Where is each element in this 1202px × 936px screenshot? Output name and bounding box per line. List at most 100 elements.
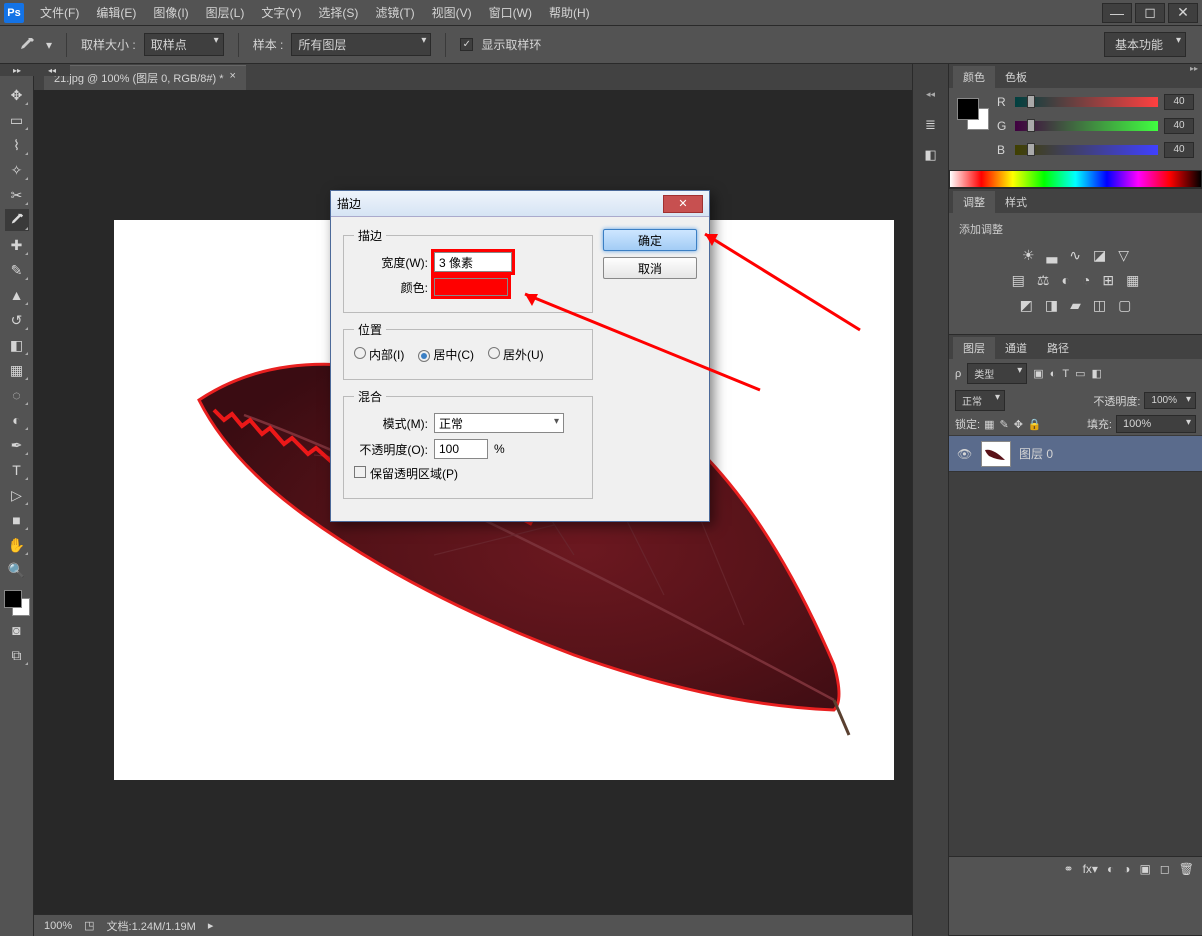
dialog-close-button[interactable]: ✕ [663, 195, 703, 213]
show-ring-checkbox[interactable]: ✓ [460, 38, 473, 51]
quickmask-tool[interactable]: ◙ [5, 619, 29, 641]
tab-layers[interactable]: 图层 [953, 337, 995, 359]
delete-layer-icon[interactable]: 🗑 [1179, 862, 1194, 876]
pos-center-radio[interactable]: 居中(C) [418, 346, 474, 363]
marquee-tool[interactable]: ▭ [5, 109, 29, 131]
visibility-icon[interactable]: 👁 [957, 447, 973, 461]
adj-exposure-icon[interactable]: ◪ [1093, 247, 1106, 264]
gradient-tool[interactable]: ▦ [5, 359, 29, 381]
blend-mode-dropdown[interactable]: 正常 [955, 390, 1005, 411]
lasso-tool[interactable]: ⌇ [5, 134, 29, 156]
adj-gradient-icon[interactable]: ◫ [1093, 297, 1106, 314]
filter-smart-icon[interactable]: ◧ [1091, 367, 1101, 380]
color-chip[interactable] [434, 278, 508, 296]
adj-poster-icon[interactable]: ◨ [1045, 297, 1058, 314]
channel-value[interactable]: 40 [1164, 94, 1194, 110]
filter-adjust-icon[interactable]: ◐ [1050, 368, 1057, 380]
panel-collapse[interactable]: ▸▸ [1190, 64, 1198, 73]
filter-type-icon[interactable]: T [1062, 368, 1069, 380]
adj-invert-icon[interactable]: ◩ [1020, 297, 1033, 314]
adj-brightness-icon[interactable]: ☀ [1022, 247, 1035, 264]
tabs-collapse[interactable]: ◂◂ [34, 64, 70, 76]
adj-selective-icon[interactable]: ▢ [1118, 297, 1131, 314]
sample-size-dropdown[interactable]: 取样点 [144, 33, 224, 56]
toolbar-collapse[interactable]: ▸▸ [0, 64, 34, 76]
link-layers-icon[interactable]: ⚭ [1064, 862, 1074, 876]
pos-outside-radio[interactable]: 居外(U) [488, 346, 544, 363]
pen-tool[interactable]: ✒ [5, 434, 29, 456]
tab-adjustments[interactable]: 调整 [953, 191, 995, 213]
adj-balance-icon[interactable]: ⚖ [1037, 272, 1050, 289]
opacity-dropdown[interactable]: 100% [1144, 392, 1196, 409]
preserve-checkbox[interactable]: 保留透明区域(P) [354, 465, 458, 482]
sample-dropdown[interactable]: 所有图层 [291, 33, 431, 56]
menu-item[interactable]: 文件(F) [34, 2, 85, 23]
adj-lookup-icon[interactable]: ▦ [1126, 272, 1139, 289]
menu-item[interactable]: 视图(V) [426, 2, 478, 23]
eyedropper-tool[interactable] [5, 209, 29, 231]
tab-color[interactable]: 颜色 [953, 66, 995, 88]
tab-paths[interactable]: 路径 [1037, 337, 1079, 359]
close-tab-icon[interactable]: × [230, 70, 236, 86]
screenmode-tool[interactable]: ⧉ [5, 644, 29, 666]
history-panel-icon[interactable]: ≣ [920, 114, 942, 136]
color-ramp[interactable] [949, 170, 1202, 188]
adj-levels-icon[interactable]: ▃ [1047, 247, 1058, 264]
menu-item[interactable]: 图层(L) [200, 2, 251, 23]
document-tab[interactable]: 21.jpg @ 100% (图层 0, RGB/8#) * × [44, 65, 246, 90]
shape-tool[interactable]: ■ [5, 509, 29, 531]
dialog-opacity-input[interactable]: 100 [434, 439, 488, 459]
mode-select[interactable]: 正常 [434, 413, 564, 433]
adj-threshold-icon[interactable]: ▰ [1070, 297, 1081, 314]
history-brush-tool[interactable]: ↺ [5, 309, 29, 331]
filter-image-icon[interactable]: ▣ [1033, 367, 1043, 380]
zoom-tool[interactable]: 🔍 [5, 559, 29, 581]
stamp-tool[interactable]: ▲ [5, 284, 29, 306]
menu-item[interactable]: 图像(I) [147, 2, 194, 23]
menu-item[interactable]: 帮助(H) [543, 2, 596, 23]
dialog-titlebar[interactable]: 描边 ✕ [331, 191, 709, 217]
fg-color-swatch[interactable] [4, 590, 22, 608]
dodge-tool[interactable]: ◐ [5, 409, 29, 431]
panel-fg-swatch[interactable] [957, 98, 979, 120]
layer-mask-icon[interactable]: ◐ [1107, 862, 1114, 876]
layer-filter-dropdown[interactable]: 类型 [967, 363, 1027, 384]
adj-hue-icon[interactable]: ▤ [1012, 272, 1025, 289]
lock-pixels-icon[interactable]: ▦ [984, 418, 994, 431]
channel-slider[interactable] [1015, 145, 1158, 155]
layer-row[interactable]: 👁 图层 0 [949, 436, 1202, 472]
new-layer-icon[interactable]: ◻ [1160, 862, 1170, 876]
right-collapse-toggle[interactable]: ◂◂ [926, 88, 935, 100]
blur-tool[interactable]: ◌ [5, 384, 29, 406]
close-button[interactable]: ✕ [1168, 3, 1198, 23]
lock-all-icon[interactable]: 🔒 [1028, 418, 1042, 431]
layer-name[interactable]: 图层 0 [1019, 445, 1053, 462]
zoom-level[interactable]: 100% [44, 920, 72, 932]
tab-swatches[interactable]: 色板 [995, 66, 1037, 88]
width-input[interactable]: 3 像素 [434, 252, 512, 272]
lock-position-icon[interactable]: ✥ [1014, 418, 1023, 431]
layer-group-icon[interactable]: ▣ [1139, 862, 1150, 876]
adj-curves-icon[interactable]: ∿ [1069, 247, 1081, 264]
layer-fx-icon[interactable]: fx▾ [1083, 862, 1098, 876]
magic-wand-tool[interactable]: ✧ [5, 159, 29, 181]
filter-shape-icon[interactable]: ▭ [1075, 367, 1085, 380]
type-tool[interactable]: T [5, 459, 29, 481]
maximize-button[interactable]: ◻ [1135, 3, 1165, 23]
move-tool[interactable]: ✥ [5, 84, 29, 106]
tab-channels[interactable]: 通道 [995, 337, 1037, 359]
eraser-tool[interactable]: ◧ [5, 334, 29, 356]
fill-dropdown[interactable]: 100% [1116, 415, 1196, 433]
color-swatches[interactable] [4, 590, 30, 616]
hand-tool[interactable]: ✋ [5, 534, 29, 556]
doc-info-icon[interactable]: ◳ [84, 919, 94, 932]
menu-item[interactable]: 编辑(E) [90, 2, 142, 23]
doc-info-arrow[interactable]: ▸ [208, 919, 214, 932]
adj-bw-icon[interactable]: ◐ [1061, 272, 1069, 289]
ok-button[interactable]: 确定 [603, 229, 697, 251]
menu-item[interactable]: 滤镜(T) [369, 2, 420, 23]
workspace-switcher[interactable]: 基本功能 [1104, 32, 1186, 57]
channel-value[interactable]: 40 [1164, 142, 1194, 158]
properties-panel-icon[interactable]: ◧ [920, 144, 942, 166]
crop-tool[interactable]: ✂ [5, 184, 29, 206]
